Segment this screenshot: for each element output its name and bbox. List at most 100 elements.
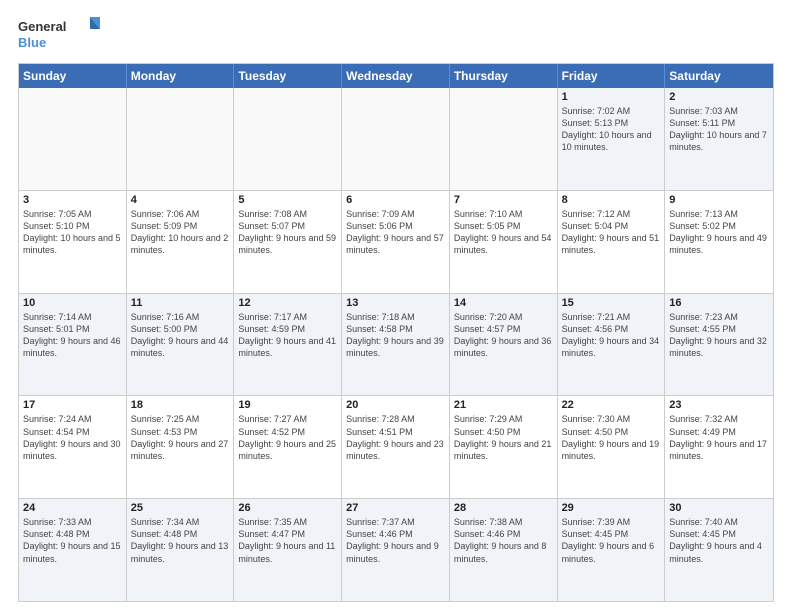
empty-cell [342, 88, 450, 190]
day-details: Sunrise: 7:35 AM Sunset: 4:47 PM Dayligh… [238, 516, 337, 565]
calendar-body: 1 Sunrise: 7:02 AM Sunset: 5:13 PM Daylig… [19, 88, 773, 601]
day-details: Sunrise: 7:08 AM Sunset: 5:07 PM Dayligh… [238, 208, 337, 257]
day-details: Sunrise: 7:17 AM Sunset: 4:59 PM Dayligh… [238, 311, 337, 360]
day-details: Sunrise: 7:40 AM Sunset: 4:45 PM Dayligh… [669, 516, 769, 565]
day-cell-30: 30Sunrise: 7:40 AM Sunset: 4:45 PM Dayli… [665, 499, 773, 601]
day-number: 7 [454, 194, 553, 206]
day-cell-27: 27 Sunrise: 7:37 AM Sunset: 4:46 PM Dayli… [342, 499, 450, 601]
day-number: 19 [238, 399, 337, 411]
svg-text:General: General [18, 19, 66, 34]
header-cell-wednesday: Wednesday [342, 64, 450, 88]
day-details: Sunrise: 7:25 AM Sunset: 4:53 PM Dayligh… [131, 413, 230, 462]
day-details: Sunrise: 7:23 AM Sunset: 4:55 PM Dayligh… [669, 311, 769, 360]
logo: General Blue [18, 15, 108, 53]
empty-cell [127, 88, 235, 190]
day-details: Sunrise: 7:12 AM Sunset: 5:04 PM Dayligh… [562, 208, 661, 257]
day-details: Sunrise: 7:02 AM Sunset: 5:13 PM Dayligh… [562, 105, 661, 154]
day-details: Sunrise: 7:21 AM Sunset: 4:56 PM Dayligh… [562, 311, 661, 360]
day-cell-5: 5 Sunrise: 7:08 AM Sunset: 5:07 PM Daylig… [234, 191, 342, 293]
day-number: 14 [454, 297, 553, 309]
day-cell-19: 19 Sunrise: 7:27 AM Sunset: 4:52 PM Dayli… [234, 396, 342, 498]
day-number: 18 [131, 399, 230, 411]
day-cell-2: 2 Sunrise: 7:03 AM Sunset: 5:11 PM Daylig… [665, 88, 773, 190]
day-details: Sunrise: 7:38 AM Sunset: 4:46 PM Dayligh… [454, 516, 553, 565]
day-cell-12: 12 Sunrise: 7:17 AM Sunset: 4:59 PM Dayli… [234, 294, 342, 396]
day-number: 17 [23, 399, 122, 411]
day-number: 11 [131, 297, 230, 309]
calendar-row-4: 17 Sunrise: 7:24 AM Sunset: 4:54 PM Dayli… [19, 396, 773, 499]
day-details: Sunrise: 7:33 AM Sunset: 4:48 PM Dayligh… [23, 516, 122, 565]
empty-cell [19, 88, 127, 190]
day-details: Sunrise: 7:05 AM Sunset: 5:10 PM Dayligh… [23, 208, 122, 257]
calendar-row-5: 24 Sunrise: 7:33 AM Sunset: 4:48 PM Dayli… [19, 499, 773, 601]
day-cell-14: 14 Sunrise: 7:20 AM Sunset: 4:57 PM Dayli… [450, 294, 558, 396]
svg-text:Blue: Blue [18, 35, 46, 50]
day-details: Sunrise: 7:09 AM Sunset: 5:06 PM Dayligh… [346, 208, 445, 257]
day-number: 23 [669, 399, 769, 411]
empty-cell [234, 88, 342, 190]
day-details: Sunrise: 7:37 AM Sunset: 4:46 PM Dayligh… [346, 516, 445, 565]
header-cell-friday: Friday [558, 64, 666, 88]
day-details: Sunrise: 7:24 AM Sunset: 4:54 PM Dayligh… [23, 413, 122, 462]
day-details: Sunrise: 7:16 AM Sunset: 5:00 PM Dayligh… [131, 311, 230, 360]
day-cell-23: 23Sunrise: 7:32 AM Sunset: 4:49 PM Dayli… [665, 396, 773, 498]
day-details: Sunrise: 7:13 AM Sunset: 5:02 PM Dayligh… [669, 208, 769, 257]
day-details: Sunrise: 7:20 AM Sunset: 4:57 PM Dayligh… [454, 311, 553, 360]
day-number: 16 [669, 297, 769, 309]
day-number: 29 [562, 502, 661, 514]
day-cell-15: 15Sunrise: 7:21 AM Sunset: 4:56 PM Dayli… [558, 294, 666, 396]
logo-svg: General Blue [18, 15, 108, 53]
day-cell-8: 8 Sunrise: 7:12 AM Sunset: 5:04 PM Daylig… [558, 191, 666, 293]
day-number: 12 [238, 297, 337, 309]
header-cell-saturday: Saturday [665, 64, 773, 88]
day-number: 3 [23, 194, 122, 206]
day-number: 20 [346, 399, 445, 411]
day-number: 24 [23, 502, 122, 514]
day-number: 22 [562, 399, 661, 411]
day-details: Sunrise: 7:03 AM Sunset: 5:11 PM Dayligh… [669, 105, 769, 154]
calendar-row-2: 3 Sunrise: 7:05 AM Sunset: 5:10 PM Daylig… [19, 191, 773, 294]
calendar: SundayMondayTuesdayWednesdayThursdayFrid… [18, 63, 774, 602]
day-cell-1: 1 Sunrise: 7:02 AM Sunset: 5:13 PM Daylig… [558, 88, 666, 190]
day-details: Sunrise: 7:29 AM Sunset: 4:50 PM Dayligh… [454, 413, 553, 462]
header-cell-monday: Monday [127, 64, 235, 88]
day-cell-28: 28Sunrise: 7:38 AM Sunset: 4:46 PM Dayli… [450, 499, 558, 601]
day-number: 9 [669, 194, 769, 206]
day-number: 13 [346, 297, 445, 309]
header-cell-tuesday: Tuesday [234, 64, 342, 88]
day-cell-7: 7Sunrise: 7:10 AM Sunset: 5:05 PM Daylig… [450, 191, 558, 293]
day-cell-24: 24 Sunrise: 7:33 AM Sunset: 4:48 PM Dayli… [19, 499, 127, 601]
day-cell-25: 25Sunrise: 7:34 AM Sunset: 4:48 PM Dayli… [127, 499, 235, 601]
day-cell-4: 4Sunrise: 7:06 AM Sunset: 5:09 PM Daylig… [127, 191, 235, 293]
day-cell-29: 29Sunrise: 7:39 AM Sunset: 4:45 PM Dayli… [558, 499, 666, 601]
day-cell-20: 20 Sunrise: 7:28 AM Sunset: 4:51 PM Dayli… [342, 396, 450, 498]
day-number: 26 [238, 502, 337, 514]
calendar-header: SundayMondayTuesdayWednesdayThursdayFrid… [19, 64, 773, 88]
day-number: 8 [562, 194, 661, 206]
day-cell-16: 16 Sunrise: 7:23 AM Sunset: 4:55 PM Dayli… [665, 294, 773, 396]
day-cell-9: 9 Sunrise: 7:13 AM Sunset: 5:02 PM Daylig… [665, 191, 773, 293]
day-cell-17: 17 Sunrise: 7:24 AM Sunset: 4:54 PM Dayli… [19, 396, 127, 498]
day-cell-21: 21 Sunrise: 7:29 AM Sunset: 4:50 PM Dayli… [450, 396, 558, 498]
day-details: Sunrise: 7:14 AM Sunset: 5:01 PM Dayligh… [23, 311, 122, 360]
day-number: 2 [669, 91, 769, 103]
day-details: Sunrise: 7:28 AM Sunset: 4:51 PM Dayligh… [346, 413, 445, 462]
day-cell-3: 3 Sunrise: 7:05 AM Sunset: 5:10 PM Daylig… [19, 191, 127, 293]
header-cell-thursday: Thursday [450, 64, 558, 88]
day-number: 6 [346, 194, 445, 206]
day-number: 5 [238, 194, 337, 206]
day-details: Sunrise: 7:27 AM Sunset: 4:52 PM Dayligh… [238, 413, 337, 462]
day-number: 1 [562, 91, 661, 103]
calendar-row-1: 1 Sunrise: 7:02 AM Sunset: 5:13 PM Daylig… [19, 88, 773, 191]
day-details: Sunrise: 7:18 AM Sunset: 4:58 PM Dayligh… [346, 311, 445, 360]
day-cell-22: 22 Sunrise: 7:30 AM Sunset: 4:50 PM Dayli… [558, 396, 666, 498]
day-cell-6: 6 Sunrise: 7:09 AM Sunset: 5:06 PM Daylig… [342, 191, 450, 293]
day-cell-11: 11 Sunrise: 7:16 AM Sunset: 5:00 PM Dayli… [127, 294, 235, 396]
day-cell-13: 13 Sunrise: 7:18 AM Sunset: 4:58 PM Dayli… [342, 294, 450, 396]
empty-cell [450, 88, 558, 190]
day-number: 27 [346, 502, 445, 514]
day-details: Sunrise: 7:30 AM Sunset: 4:50 PM Dayligh… [562, 413, 661, 462]
day-number: 21 [454, 399, 553, 411]
day-cell-10: 10Sunrise: 7:14 AM Sunset: 5:01 PM Dayli… [19, 294, 127, 396]
day-details: Sunrise: 7:06 AM Sunset: 5:09 PM Dayligh… [131, 208, 230, 257]
